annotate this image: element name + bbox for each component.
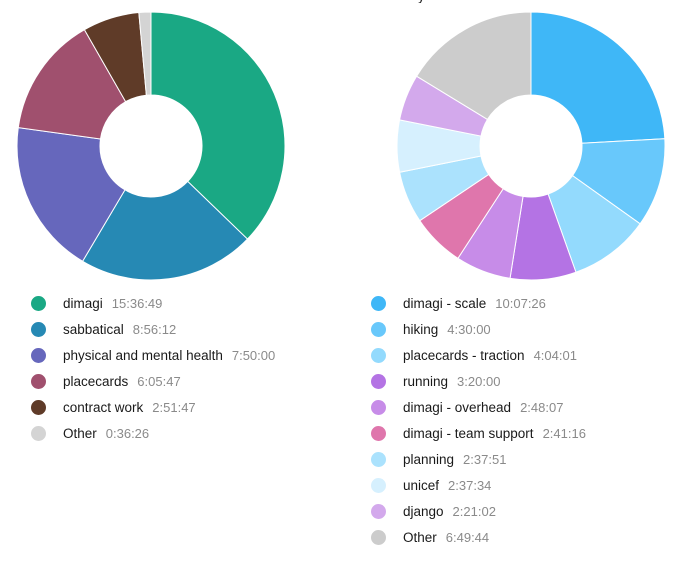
legend-text-group: Other 0:36:26: [63, 426, 149, 441]
legend-item-label: physical and mental health: [63, 347, 223, 363]
projects-legend: dimagi 15:36:49 sabbatical 8:56:12 physical …: [0, 290, 340, 446]
legend-text-group: dimagi - team support 2:41:16: [403, 426, 586, 441]
legend-item-duration: 8:56:12: [132, 321, 177, 337]
legend-color-swatch: [31, 321, 46, 337]
legend-text-group: dimagi 15:36:49: [63, 296, 162, 311]
legend-item-label: Other: [63, 425, 97, 441]
legend-item-duration: 10:07:26: [495, 295, 546, 311]
legend-text-group: django 2:21:02: [403, 504, 496, 519]
legend-item-duration: 2:51:47: [152, 399, 196, 415]
legend-color-swatch: [371, 425, 386, 441]
legend-item-duration: 6:49:44: [445, 529, 490, 545]
legend-text-group: physical and mental health 7:50:00: [63, 348, 275, 363]
legend-color-swatch: [371, 321, 386, 337]
legend-item-duration: 15:36:49: [111, 295, 163, 311]
tasks-legend-item[interactable]: unicef 2:37:34: [340, 472, 680, 498]
legend-text-group: placecards 6:05:47: [63, 374, 181, 389]
projects-legend-item[interactable]: physical and mental health 7:50:00: [0, 342, 340, 368]
projects-legend-item[interactable]: dimagi 15:36:49: [0, 290, 340, 316]
legend-item-duration: 0:36:26: [105, 425, 150, 441]
tasks-legend-item[interactable]: dimagi - scale 10:07:26: [340, 290, 680, 316]
legend-item-label: dimagi - team support: [403, 425, 534, 441]
legend-text-group: sabbatical 8:56:12: [63, 322, 176, 337]
legend-item-duration: 7:50:00: [231, 347, 276, 363]
legend-color-swatch: [371, 373, 386, 389]
legend-item-label: dimagi - overhead: [403, 399, 512, 415]
legend-item-duration: 2:37:34: [448, 477, 492, 493]
legend-color-swatch: [371, 503, 386, 519]
truncated-chart-title: y: [418, 0, 425, 3]
legend-item-duration: 3:20:00: [457, 373, 501, 389]
legend-color-swatch: [31, 373, 46, 389]
projects-legend-item[interactable]: sabbatical 8:56:12: [0, 316, 340, 342]
legend-item-label: dimagi: [63, 295, 103, 311]
legend-item-label: Other: [403, 529, 437, 545]
legend-item-label: unicef: [403, 477, 440, 493]
projects-chart-area: [0, 0, 340, 290]
tasks-legend-item[interactable]: Other 6:49:44: [340, 524, 680, 550]
legend-text-group: Other 6:49:44: [403, 530, 489, 545]
legend-item-duration: 4:30:00: [447, 321, 491, 337]
legend-item-label: running: [403, 373, 449, 389]
legend-color-swatch: [371, 295, 386, 311]
legend-color-swatch: [31, 295, 46, 311]
legend-item-label: hiking: [403, 321, 439, 337]
legend-color-swatch: [31, 425, 46, 441]
tasks-legend-item[interactable]: dimagi - overhead 2:48:07: [340, 394, 680, 420]
legend-item-duration: 4:04:01: [533, 347, 577, 363]
tasks-legend-item[interactable]: django 2:21:02: [340, 498, 680, 524]
projects-panel: dimagi 15:36:49 sabbatical 8:56:12 physical …: [0, 0, 340, 575]
tasks-legend-item[interactable]: hiking 4:30:00: [340, 316, 680, 342]
tasks-legend-item[interactable]: placecards - traction 4:04:01: [340, 342, 680, 368]
projects-legend-item[interactable]: placecards 6:05:47: [0, 368, 340, 394]
legend-text-group: contract work 2:51:47: [63, 400, 196, 415]
tasks-legend-item[interactable]: dimagi - team support 2:41:16: [340, 420, 680, 446]
legend-item-duration: 2:48:07: [520, 399, 564, 415]
legend-item-label: django: [403, 503, 444, 519]
projects-legend-item[interactable]: contract work 2:51:47: [0, 394, 340, 420]
projects-legend-item[interactable]: Other 0:36:26: [0, 420, 340, 446]
legend-item-label: contract work: [63, 399, 144, 415]
tasks-legend-item[interactable]: planning 2:37:51: [340, 446, 680, 472]
legend-color-swatch: [371, 529, 386, 545]
legend-color-swatch: [371, 477, 386, 493]
legend-text-group: unicef 2:37:34: [403, 478, 491, 493]
tasks-legend: dimagi - scale 10:07:26 hiking 4:30:00 place…: [340, 290, 680, 550]
tasks-donut-chart[interactable]: [340, 0, 680, 290]
legend-text-group: planning 2:37:51: [403, 452, 506, 467]
tasks-chart-area: y: [340, 0, 680, 290]
legend-text-group: hiking 4:30:00: [403, 322, 491, 337]
legend-item-label: sabbatical: [63, 321, 124, 337]
legend-text-group: dimagi - scale 10:07:26: [403, 296, 546, 311]
legend-item-duration: 2:37:51: [463, 451, 507, 467]
legend-color-swatch: [371, 347, 386, 363]
legend-item-duration: 2:41:16: [542, 425, 586, 441]
tasks-panel: y dimagi - scale 10:07:26 hiking 4:30:00 pla…: [340, 0, 680, 575]
legend-item-duration: 2:21:02: [452, 503, 496, 519]
legend-text-group: running 3:20:00: [403, 374, 500, 389]
tasks-legend-item[interactable]: running 3:20:00: [340, 368, 680, 394]
legend-color-swatch: [371, 399, 386, 415]
tasks-slice[interactable]: [530, 11, 666, 144]
legend-color-swatch: [371, 451, 386, 467]
legend-text-group: placecards - traction 4:04:01: [403, 348, 577, 363]
legend-text-group: dimagi - overhead 2:48:07: [403, 400, 563, 415]
legend-item-label: dimagi - scale: [403, 295, 487, 311]
legend-color-swatch: [31, 399, 46, 415]
projects-donut-chart[interactable]: [0, 0, 340, 290]
legend-color-swatch: [31, 347, 46, 363]
donut-charts-page: dimagi 15:36:49 sabbatical 8:56:12 physical …: [0, 0, 680, 575]
legend-item-duration: 6:05:47: [137, 373, 181, 389]
legend-item-label: placecards: [63, 373, 129, 389]
legend-item-label: planning: [403, 451, 455, 467]
legend-item-label: placecards - traction: [403, 347, 525, 363]
